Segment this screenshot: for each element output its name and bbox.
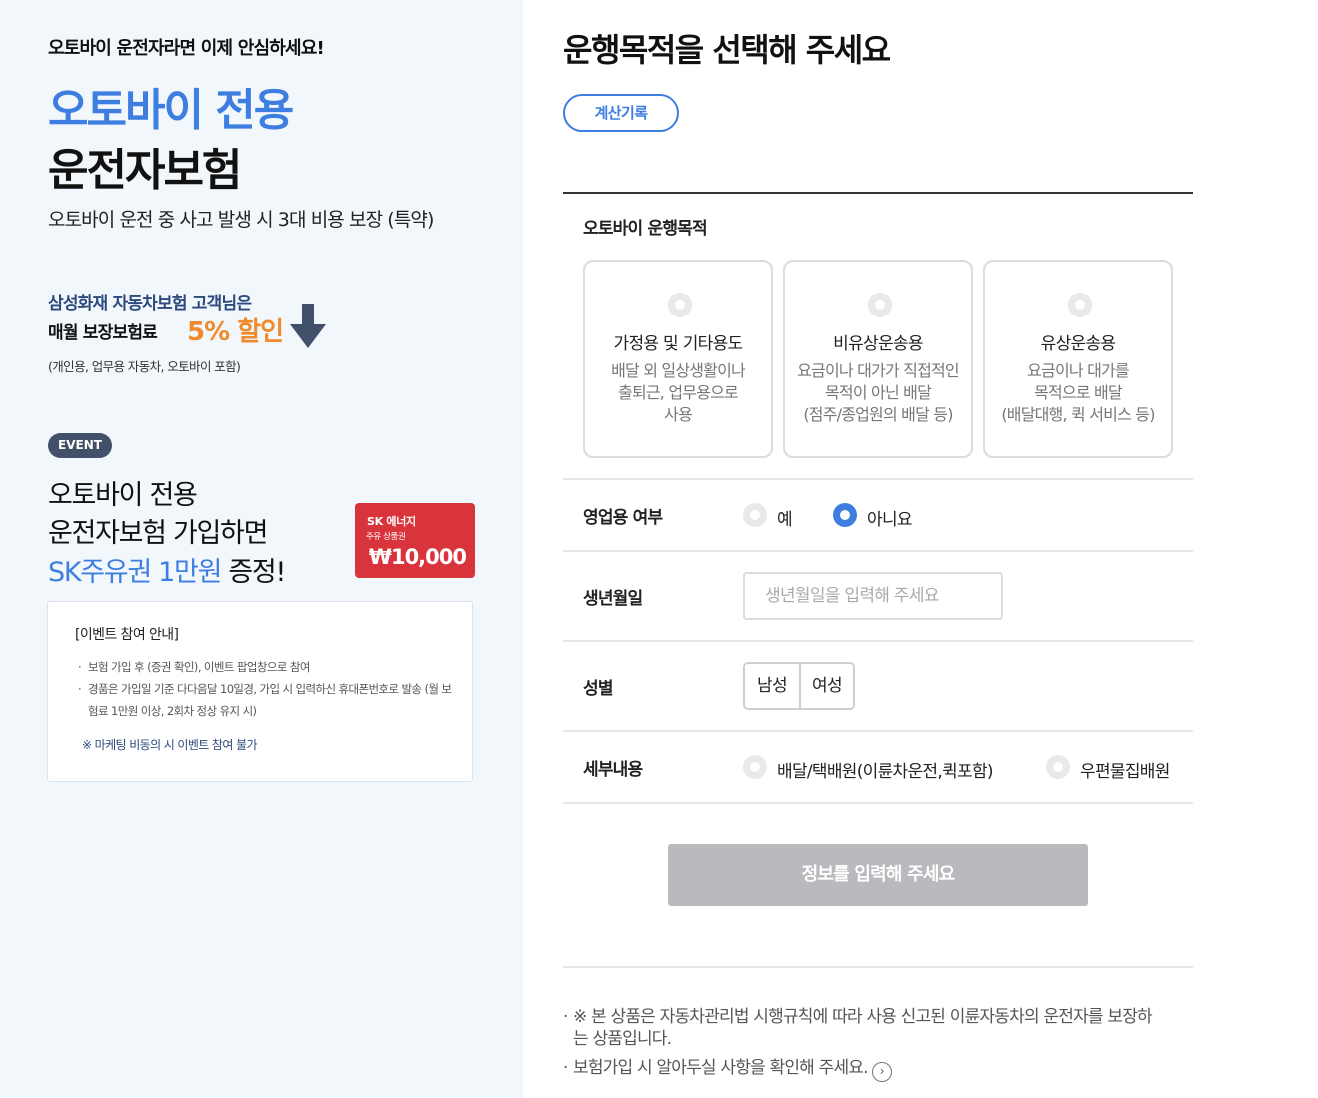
birthdate-label: 생년월일 — [583, 589, 643, 609]
card-desc: 배달 외 일상생활이나 출퇴근, 업무용으로 사용 — [585, 360, 771, 426]
row-divider — [563, 730, 1193, 732]
title-highlight: 오토바이 전용 — [48, 85, 294, 136]
event-info-list: 보험 가입 후 (증권 확인), 이벤트 팝업창으로 참여 경품은 가입일 기준… — [78, 656, 458, 722]
radio-icon — [868, 293, 892, 317]
event-info-title: [이벤트 참여 안내] — [75, 627, 179, 643]
card-desc-line: 출퇴근, 업무용으로 — [618, 383, 739, 402]
card-title: 비유상운송용 — [833, 334, 923, 354]
event-info-item: 보험 가입 후 (증권 확인), 이벤트 팝업창으로 참여 — [78, 656, 458, 678]
voucher-brand: SK 에너지 — [367, 515, 416, 528]
birthdate-input[interactable] — [743, 572, 1003, 620]
event-line-2: 운전자보험 가입하면 — [48, 518, 268, 549]
purpose-card-non-commercial[interactable]: 비유상운송용 요금이나 대가가 직접적인 목적이 아닌 배달 (점주/종업원의 … — [783, 260, 973, 458]
card-desc-line: (배달대행, 퀵 서비스 등) — [1001, 405, 1155, 424]
gender-male-button[interactable]: 남성 — [745, 664, 799, 708]
row-divider — [563, 802, 1193, 804]
gender-toggle: 남성 여성 — [743, 662, 855, 710]
card-desc-line: 배달 외 일상생활이나 — [611, 361, 746, 380]
event-highlight: SK주유권 1만원 — [48, 557, 222, 588]
sk-voucher-card: SK 에너지 주유 상품권 ₩10,000 — [355, 503, 475, 578]
card-desc: 요금이나 대가를 목적으로 배달 (배달대행, 퀵 서비스 등) — [985, 360, 1171, 426]
card-desc-line: 요금이나 대가가 직접적인 — [797, 361, 960, 380]
event-info-item: 경품은 가입일 기준 다다음달 10일경, 가입 시 입력하신 휴대폰번호로 발… — [78, 678, 458, 722]
title-main: 운전자보험 — [48, 145, 242, 196]
product-description: 오토바이 운전 중 사고 발생 시 3대 비용 보장 (특약) — [48, 209, 434, 231]
purpose-label: 오토바이 운행목적 — [583, 219, 708, 239]
footnote-text[interactable]: 보험가입 시 알아두실 사항을 확인해 주세요. — [573, 1058, 869, 1078]
row-divider — [563, 640, 1193, 642]
business-use-no[interactable]: 아니요 — [867, 505, 913, 530]
business-use-label: 영업용 여부 — [583, 508, 663, 528]
card-desc-line: 요금이나 대가를 — [1027, 361, 1130, 380]
purpose-card-commercial[interactable]: 유상운송용 요금이나 대가를 목적으로 배달 (배달대행, 퀵 서비스 등) — [983, 260, 1173, 458]
event-line-3-rest: 증정! — [221, 557, 286, 588]
promo-panel: 오토바이 운전자라면 이제 안심하세요! 오토바이 전용 운전자보험 오토바이 … — [0, 0, 523, 1098]
radio-icon[interactable] — [1046, 755, 1070, 779]
footnote-2[interactable]: · 보험가입 시 알아두실 사항을 확인해 주세요. › — [563, 1057, 1163, 1082]
promo-line-2: 매월 보장보험료 — [48, 323, 158, 343]
section-divider — [563, 192, 1193, 194]
card-title: 가정용 및 기타용도 — [613, 334, 744, 354]
event-badge: EVENT — [48, 433, 112, 458]
card-desc-line: 목적으로 배달 — [1034, 383, 1123, 402]
card-desc-line: (점주/종업원의 배달 등) — [803, 405, 953, 424]
tagline: 오토바이 운전자라면 이제 안심하세요! — [48, 38, 325, 59]
event-line-3: SK주유권 1만원 증정! — [48, 550, 286, 589]
radio-icon[interactable] — [743, 503, 767, 527]
footer-divider — [563, 966, 1193, 968]
gender-label: 성별 — [583, 679, 613, 699]
gender-female-button[interactable]: 여성 — [799, 664, 853, 708]
details-option-delivery[interactable]: 배달/택배원(이륜차운전,퀵포함) — [777, 757, 994, 782]
card-title: 유상운송용 — [1040, 334, 1116, 354]
radio-icon — [668, 293, 692, 317]
promo-note: (개인용, 업무용 자동차, 오토바이 포함) — [48, 359, 241, 374]
purpose-card-household[interactable]: 가정용 및 기타용도 배달 외 일상생활이나 출퇴근, 업무용으로 사용 — [583, 260, 773, 458]
promo-discount: 5% 할인 — [187, 317, 284, 347]
voucher-amount: ₩10,000 — [368, 545, 467, 569]
calc-history-button[interactable]: 계산기록 — [563, 94, 679, 132]
details-label: 세부내용 — [583, 760, 643, 780]
page-title: 운행목적을 선택해 주세요 — [563, 31, 891, 69]
row-divider — [563, 478, 1193, 480]
footnote-1: · ※ 본 상품은 자동차관리법 시행규칙에 따라 사용 신고된 이륜자동차의 운… — [563, 1007, 1153, 1049]
radio-icon[interactable] — [743, 755, 767, 779]
footnote-text: ※ 본 상품은 자동차관리법 시행규칙에 따라 사용 신고된 이륜자동차의 운전… — [573, 1007, 1153, 1049]
down-arrow-icon — [290, 304, 326, 348]
radio-icon[interactable] — [833, 503, 857, 527]
card-desc-line: 사용 — [664, 405, 693, 424]
submit-button[interactable]: 정보를 입력해 주세요 — [668, 844, 1088, 906]
event-info-box: [이벤트 참여 안내] 보험 가입 후 (증권 확인), 이벤트 팝업창으로 참… — [47, 601, 473, 782]
chevron-right-circle-icon[interactable]: › — [871, 1062, 892, 1082]
card-desc-line: 목적이 아닌 배달 — [824, 383, 932, 402]
row-divider — [563, 550, 1193, 552]
event-line-1: 오토바이 전용 — [48, 480, 198, 511]
event-info-note: ※ 마케팅 비동의 시 이벤트 참여 불가 — [82, 738, 258, 752]
card-desc: 요금이나 대가가 직접적인 목적이 아닌 배달 (점주/종업원의 배달 등) — [785, 360, 971, 426]
business-use-yes[interactable]: 예 — [777, 505, 793, 530]
voucher-subtitle: 주유 상품권 — [366, 532, 406, 542]
radio-icon — [1068, 293, 1092, 317]
details-option-postal[interactable]: 우편물집배원 — [1080, 757, 1170, 782]
